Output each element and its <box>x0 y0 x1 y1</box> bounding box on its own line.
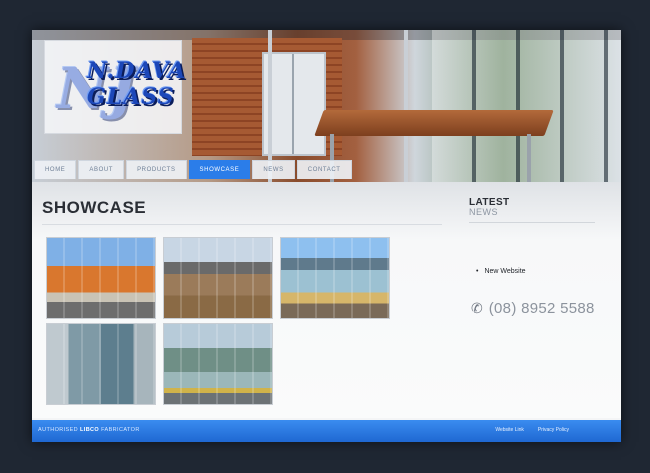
phone-icon: ✆ <box>471 300 483 316</box>
footer-bar: AUTHORISED LIBCO FABRICATOR Website Link… <box>32 420 621 442</box>
nav-home[interactable]: HOME <box>34 160 77 179</box>
logo-line-2: GLASS <box>87 84 175 110</box>
page-title: SHOWCASE <box>42 198 147 217</box>
news-list: New Website <box>476 268 525 275</box>
gallery-thumb[interactable] <box>163 237 273 319</box>
header-photo: NJ N.DAVA GLASS HOME ABOUT PRODUCTS SHOW… <box>32 30 621 194</box>
latest-news-heading: LATEST NEWS <box>469 198 510 217</box>
main-nav: HOME ABOUT PRODUCTS SHOWCASE NEWS CONTAC… <box>32 160 352 179</box>
nav-about[interactable]: ABOUT <box>78 160 125 179</box>
logo-text: NJ N.DAVA GLASS <box>57 56 187 122</box>
latest-subtitle: NEWS <box>469 207 498 217</box>
footer-link-website[interactable]: Website Link <box>495 427 524 433</box>
footer-tagline: AUTHORISED LIBCO FABRICATOR <box>38 427 140 433</box>
phone-number: (08) 8952 5588 <box>488 300 595 317</box>
main-content: SHOWCASE LATEST NEWS New Website ✆ (08) … <box>32 182 621 418</box>
divider <box>469 222 595 223</box>
logo-line-1: N.DAVA <box>87 58 187 84</box>
gallery-thumb[interactable] <box>46 323 156 405</box>
gallery-thumb[interactable] <box>46 237 156 319</box>
footer-links: Website Link Privacy Policy <box>495 427 569 433</box>
website-page: NJ N.DAVA GLASS HOME ABOUT PRODUCTS SHOW… <box>32 30 621 442</box>
news-item[interactable]: New Website <box>476 268 525 275</box>
phone-contact: ✆ (08) 8952 5588 <box>471 300 595 317</box>
nav-news[interactable]: NEWS <box>252 160 295 179</box>
nav-showcase[interactable]: SHOWCASE <box>188 160 251 179</box>
gallery-thumb[interactable] <box>163 323 273 405</box>
logo[interactable]: NJ N.DAVA GLASS <box>44 40 187 134</box>
nav-contact[interactable]: CONTACT <box>296 160 352 179</box>
table <box>314 110 554 136</box>
footer-link-privacy[interactable]: Privacy Policy <box>538 427 569 433</box>
nav-products[interactable]: PRODUCTS <box>126 160 187 179</box>
divider <box>42 224 442 225</box>
gallery-thumb[interactable] <box>280 237 390 319</box>
